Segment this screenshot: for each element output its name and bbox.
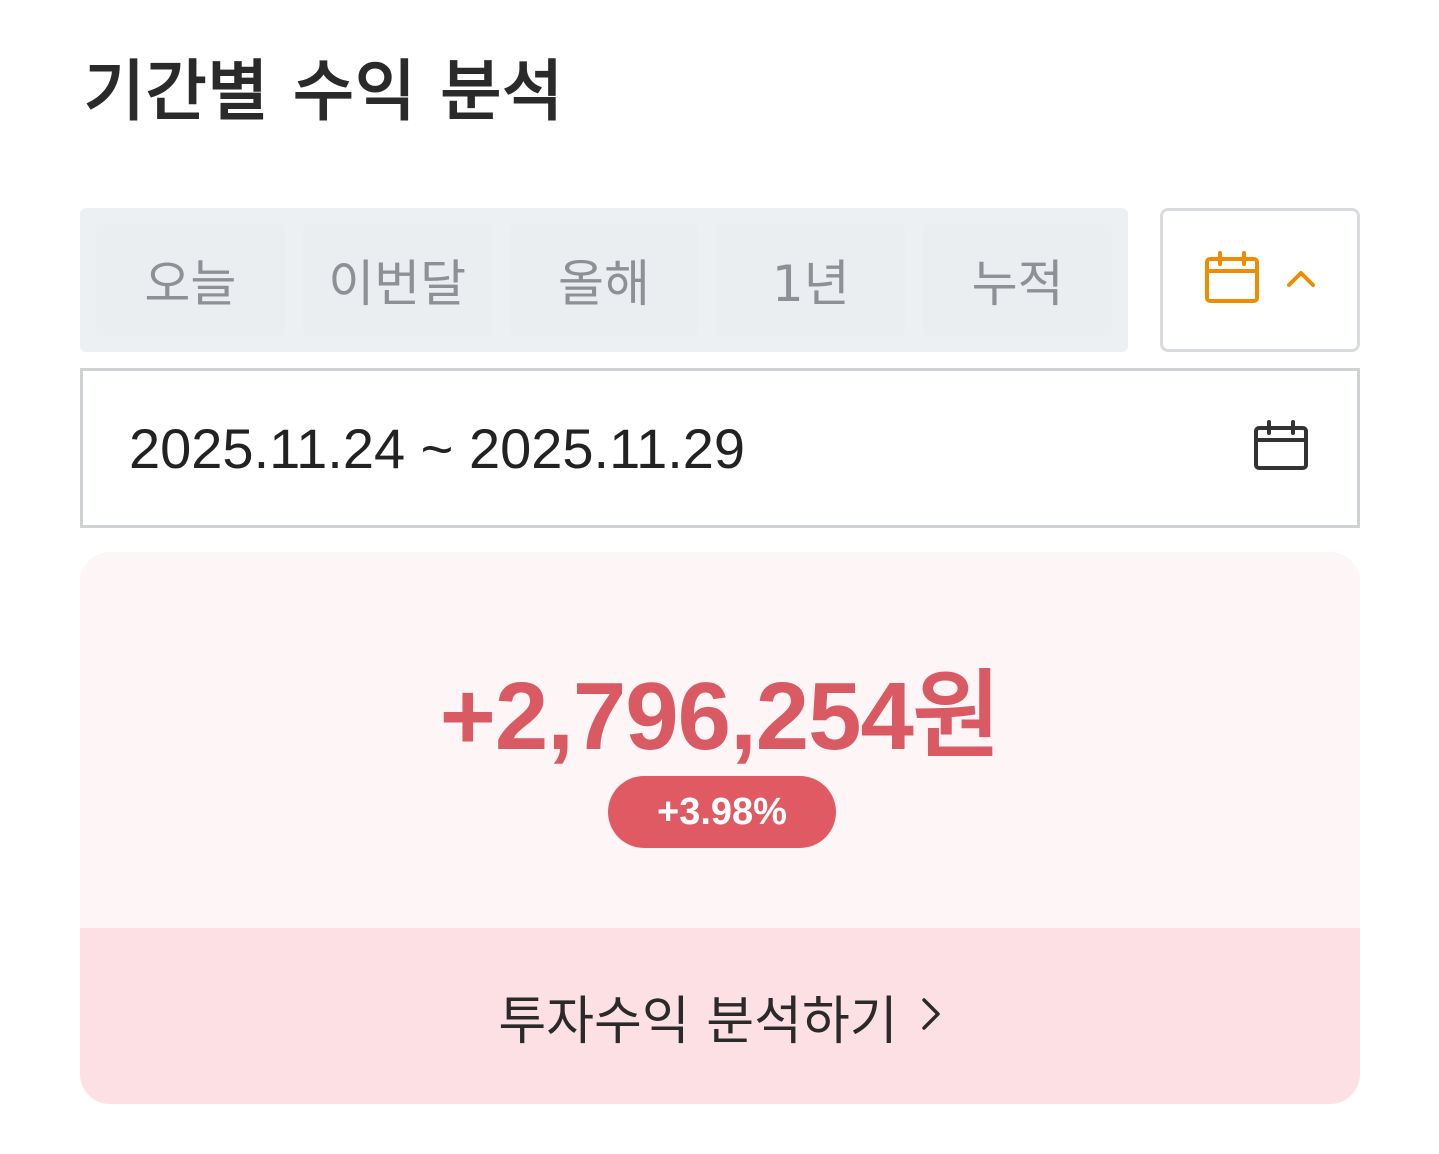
calendar-toggle-button[interactable] bbox=[1160, 208, 1360, 352]
tab-this-year[interactable]: 올해 bbox=[509, 224, 699, 336]
date-range-field[interactable]: 2025.11.24 ~ 2025.11.29 bbox=[80, 368, 1360, 528]
analyze-profit-label: 투자수익 분석하기 bbox=[498, 991, 898, 1052]
chevron-up-icon bbox=[1286, 268, 1316, 292]
calendar-icon[interactable] bbox=[1253, 420, 1309, 476]
page-title: 기간별 수익 분석 bbox=[84, 53, 564, 130]
tab-this-month[interactable]: 이번달 bbox=[302, 224, 492, 336]
period-tab-bar: 오늘 이번달 올해 1년 누적 bbox=[80, 208, 1128, 352]
calendar-icon bbox=[1204, 251, 1260, 309]
date-range-text: 2025.11.24 ~ 2025.11.29 bbox=[129, 416, 746, 480]
tab-one-year[interactable]: 1년 bbox=[716, 224, 906, 336]
profit-amount: +2,796,254원 bbox=[439, 663, 1001, 770]
profit-rate-badge: +3.98% bbox=[608, 776, 836, 848]
tab-today[interactable]: 오늘 bbox=[96, 224, 285, 336]
analyze-profit-button[interactable]: 투자수익 분석하기 bbox=[80, 928, 1360, 1104]
chevron-right-icon bbox=[920, 994, 942, 1038]
profit-summary-card: +2,796,254원 +3.98% 투자수익 분석하기 bbox=[80, 552, 1360, 1104]
tab-cumulative[interactable]: 누적 bbox=[923, 224, 1112, 336]
